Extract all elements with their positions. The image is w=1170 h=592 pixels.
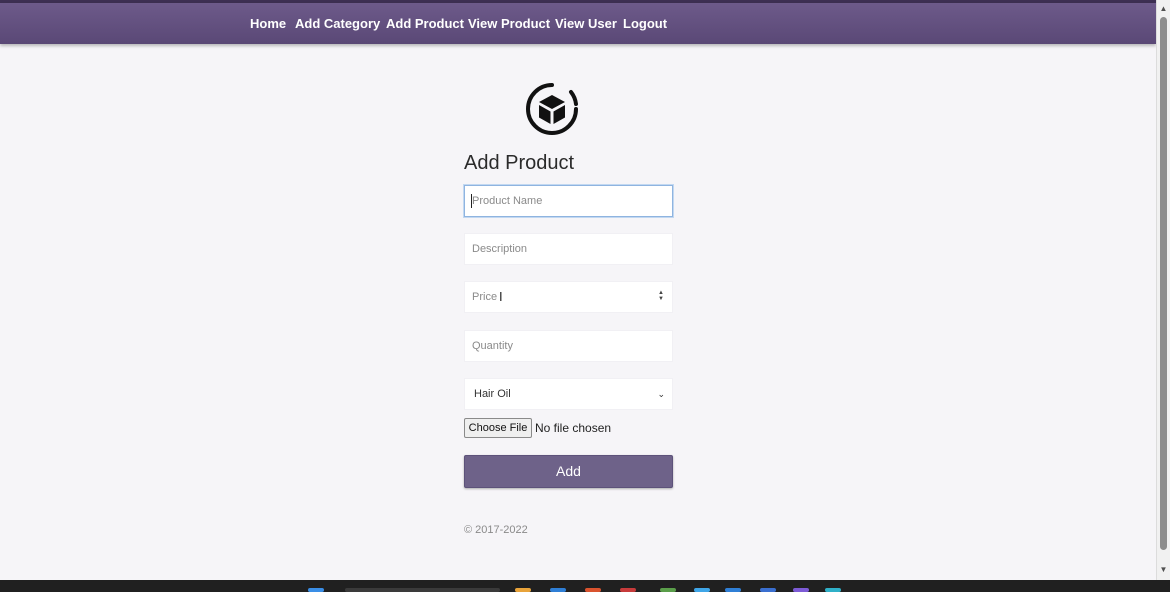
page-title: Add Product	[464, 152, 575, 174]
taskbar-app-icon[interactable]	[825, 588, 841, 592]
top-navbar: Home Add Category Add Product View Produ…	[0, 3, 1156, 44]
quantity-field[interactable]	[464, 330, 673, 362]
taskbar-app-icon[interactable]	[793, 588, 809, 592]
number-spinner-icon[interactable]: ▲ ▼	[658, 290, 664, 302]
taskbar-app-icon[interactable]	[660, 588, 676, 592]
taskbar-app-icon[interactable]	[585, 588, 601, 592]
category-field[interactable]: Hair Oil ⌄	[464, 378, 673, 410]
taskbar-app-icon[interactable]	[694, 588, 710, 592]
taskbar-search-icon[interactable]	[345, 588, 500, 592]
file-explorer-icon[interactable]	[515, 588, 531, 592]
start-icon[interactable]	[308, 588, 324, 592]
scroll-down-icon[interactable]: ▼	[1157, 563, 1170, 577]
category-select[interactable]: Hair Oil	[465, 379, 672, 409]
nav-add-category[interactable]: Add Category	[295, 16, 380, 31]
cube-box-icon	[525, 82, 579, 136]
taskbar-app-icon[interactable]	[725, 588, 741, 592]
browser-window: Home Add Category Add Product View Produ…	[0, 0, 1170, 580]
taskbar-app-icon[interactable]	[620, 588, 636, 592]
product-name-input[interactable]	[465, 186, 672, 216]
description-field[interactable]	[464, 233, 673, 265]
nav-view-user[interactable]: View User	[555, 16, 617, 31]
taskbar-app-icon[interactable]	[760, 588, 776, 592]
quantity-input[interactable]	[465, 331, 672, 361]
copyright-text: © 2017-2022	[464, 524, 528, 536]
text-caret	[471, 194, 472, 208]
os-taskbar	[0, 580, 1170, 592]
price-field[interactable]: I ▲▼	[464, 281, 673, 313]
scroll-thumb[interactable]	[1160, 17, 1167, 550]
file-status-text: No file chosen	[535, 421, 612, 435]
scroll-up-icon[interactable]: ▲	[1157, 2, 1170, 16]
description-input[interactable]	[465, 234, 672, 264]
taskbar-app-icon[interactable]	[550, 588, 566, 592]
add-button[interactable]: Add	[464, 455, 673, 488]
nav-home[interactable]: Home	[250, 16, 286, 31]
price-input[interactable]	[465, 282, 672, 312]
nav-logout[interactable]: Logout	[623, 16, 667, 31]
chevron-down-icon: ⌄	[657, 389, 665, 399]
nav-add-product[interactable]: Add Product	[386, 16, 464, 31]
choose-file-button[interactable]: Choose File	[464, 418, 532, 438]
ibeam-cursor-icon: I	[499, 289, 503, 304]
product-name-field[interactable]	[464, 185, 673, 217]
vertical-scrollbar[interactable]: ▲ ▼	[1156, 0, 1170, 580]
nav-view-product[interactable]: View Product	[468, 16, 550, 31]
